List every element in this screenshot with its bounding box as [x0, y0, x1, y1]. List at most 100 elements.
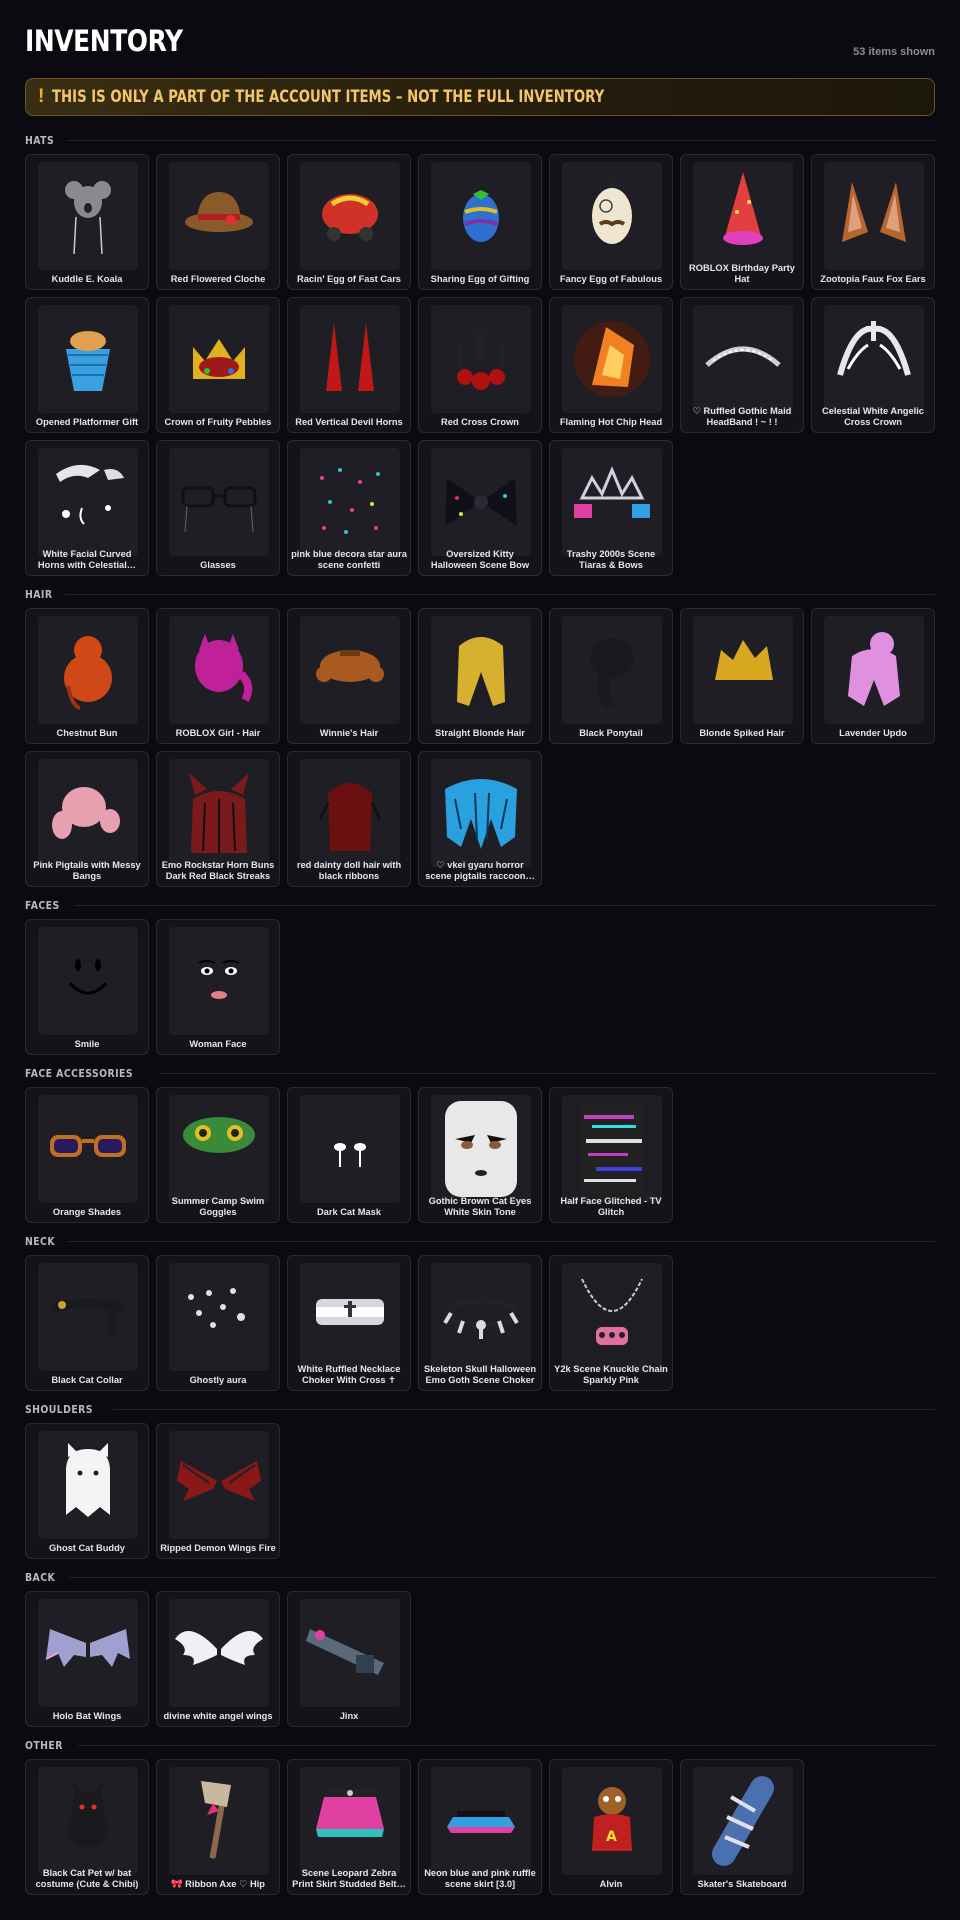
- item-card[interactable]: Ghostly aura: [156, 1255, 280, 1391]
- item-card[interactable]: Jinx: [287, 1591, 411, 1727]
- cloche-hat-icon: [169, 162, 269, 270]
- section-header: SHOULDERS: [25, 1395, 935, 1423]
- hair-pigtails-icon: [38, 759, 138, 867]
- item-card[interactable]: Red Flowered Cloche: [156, 154, 280, 290]
- section-header: OTHER: [25, 1731, 935, 1759]
- item-card[interactable]: Y2k Scene Knuckle Chain Sparkly Pink: [549, 1255, 673, 1391]
- item-card[interactable]: Skeleton Skull Halloween Emo Goth Scene …: [418, 1255, 542, 1391]
- section-faces: FACES Smile Woman Face: [25, 891, 935, 1055]
- item-grid: Ghost Cat Buddy Ripped Demon Wings Fire: [25, 1423, 935, 1559]
- item-card[interactable]: Emo Rockstar Horn Buns Dark Red Black St…: [156, 751, 280, 887]
- item-name: ROBLOX Birthday Party Hat: [689, 263, 795, 284]
- item-card[interactable]: Pink Pigtails with Messy Bangs: [25, 751, 149, 887]
- item-name: 🎀 Ribbon Axe ♡ Hip: [171, 1878, 265, 1889]
- item-grid: Orange Shades Summer Camp Swim Goggles Dar…: [25, 1087, 935, 1223]
- section-header: FACES: [25, 891, 935, 919]
- item-name: Glasses: [200, 559, 236, 570]
- item-card[interactable]: Holo Bat Wings: [25, 1591, 149, 1727]
- item-card[interactable]: red dainty doll hair with black ribbons: [287, 751, 411, 887]
- item-name: Flaming Hot Chip Head: [559, 416, 663, 427]
- item-card[interactable]: Ripped Demon Wings Fire: [156, 1423, 280, 1559]
- item-card[interactable]: ♡ Ruffled Gothic Maid HeadBand ! ~ ! !: [680, 297, 804, 433]
- item-card[interactable]: Half Face Glitched - TV Glitch: [549, 1087, 673, 1223]
- item-card[interactable]: ♡ vkei gyaru horror scene pigtails racco…: [418, 751, 542, 887]
- knuckle-chain-icon: [562, 1263, 662, 1371]
- item-card[interactable]: pink blue decora star aura scene confett…: [287, 440, 411, 576]
- item-card[interactable]: Chestnut Bun: [25, 608, 149, 744]
- item-card[interactable]: Straight Blonde Hair: [418, 608, 542, 744]
- item-card[interactable]: A Alvin: [549, 1759, 673, 1895]
- warning-banner: ! THIS IS ONLY A PART OF THE ACCOUNT ITE…: [25, 78, 935, 116]
- item-card[interactable]: ROBLOX Birthday Party Hat: [680, 154, 804, 290]
- item-card[interactable]: Zootopia Faux Fox Ears: [811, 154, 935, 290]
- item-card[interactable]: White Facial Curved Horns with Celestial…: [25, 440, 149, 576]
- item-card[interactable]: Ghost Cat Buddy: [25, 1423, 149, 1559]
- item-name: divine white angel wings: [163, 1710, 273, 1721]
- item-name: Oversized Kitty Halloween Scene Bow: [430, 549, 530, 570]
- item-name: Winnie's Hair: [319, 727, 379, 738]
- item-card[interactable]: 🎀 Ribbon Axe ♡ Hip: [156, 1759, 280, 1895]
- item-card[interactable]: Blonde Spiked Hair: [680, 608, 804, 744]
- item-card[interactable]: Celestial White Angelic Cross Crown: [811, 297, 935, 433]
- cat-mask-icon: [300, 1095, 400, 1203]
- face-woman-icon: [169, 927, 269, 1035]
- item-card[interactable]: Opened Platformer Gift: [25, 297, 149, 433]
- item-card[interactable]: Neon blue and pink ruffle scene skirt [3…: [418, 1759, 542, 1895]
- item-card[interactable]: Orange Shades: [25, 1087, 149, 1223]
- item-name: Skeleton Skull Halloween Emo Goth Scene …: [423, 1364, 537, 1385]
- item-card[interactable]: Oversized Kitty Halloween Scene Bow: [418, 440, 542, 576]
- item-name: Straight Blonde Hair: [435, 727, 525, 738]
- item-name: Black Ponytail: [579, 727, 643, 738]
- koala-hat-icon: [38, 162, 138, 270]
- item-name: Black Cat Collar: [51, 1374, 123, 1385]
- item-card[interactable]: Summer Camp Swim Goggles: [156, 1087, 280, 1223]
- item-card[interactable]: Glasses: [156, 440, 280, 576]
- item-name: Pink Pigtails with Messy Bangs: [33, 860, 141, 881]
- fox-ears-icon: [824, 162, 924, 270]
- item-name: Fancy Egg of Fabulous: [559, 273, 663, 284]
- section-title: NECK: [25, 1234, 56, 1248]
- item-card[interactable]: Lavender Updo: [811, 608, 935, 744]
- item-card[interactable]: Skater's Skateboard: [680, 1759, 804, 1895]
- item-card[interactable]: Trashy 2000s Scene Tiaras & Bows: [549, 440, 673, 576]
- item-card[interactable]: Racin' Egg of Fast Cars: [287, 154, 411, 290]
- item-card[interactable]: Flaming Hot Chip Head: [549, 297, 673, 433]
- item-name: Lavender Updo: [839, 727, 907, 738]
- item-name: Chestnut Bun: [56, 727, 118, 738]
- item-card[interactable]: Scene Leopard Zebra Print Skirt Studded …: [287, 1759, 411, 1895]
- item-card[interactable]: Black Cat Pet w/ bat costume (Cute & Chi…: [25, 1759, 149, 1895]
- item-card[interactable]: Smile: [25, 919, 149, 1055]
- section-back: BACK Holo Bat Wings divine white angel win…: [25, 1563, 935, 1727]
- item-grid: Black Cat Pet w/ bat costume (Cute & Chi…: [25, 1759, 935, 1895]
- goggles-icon: [169, 1095, 269, 1203]
- item-card[interactable]: White Ruffled Necklace Choker With Cross…: [287, 1255, 411, 1391]
- section-neck: NECK Black Cat Collar Ghostly aura White Ru…: [25, 1227, 935, 1391]
- item-card[interactable]: divine white angel wings: [156, 1591, 280, 1727]
- jinx-gun-icon: [300, 1599, 400, 1707]
- item-card[interactable]: Gothic Brown Cat Eyes White Skin Tone: [418, 1087, 542, 1223]
- item-grid: Kuddle E. Koala Red Flowered Cloche Racin'…: [25, 154, 935, 576]
- item-card[interactable]: Black Ponytail: [549, 608, 673, 744]
- item-card[interactable]: Crown of Fruity Pebbles: [156, 297, 280, 433]
- item-name: pink blue decora star aura scene confett…: [291, 549, 407, 570]
- item-card[interactable]: Woman Face: [156, 919, 280, 1055]
- item-card[interactable]: Red Vertical Devil Horns: [287, 297, 411, 433]
- item-name: Orange Shades: [52, 1206, 122, 1217]
- item-card[interactable]: Sharing Egg of Gifting: [418, 154, 542, 290]
- item-card[interactable]: Red Cross Crown: [418, 297, 542, 433]
- item-card[interactable]: Winnie's Hair: [287, 608, 411, 744]
- item-name: Woman Face: [189, 1038, 247, 1049]
- item-card[interactable]: ROBLOX Girl - Hair: [156, 608, 280, 744]
- demon-wings-icon: [169, 1431, 269, 1539]
- item-card[interactable]: Fancy Egg of Fabulous: [549, 154, 673, 290]
- hair-girl-icon: [169, 616, 269, 724]
- item-name: Red Cross Crown: [440, 416, 519, 427]
- item-name: Jinx: [339, 1710, 359, 1721]
- item-card[interactable]: Kuddle E. Koala: [25, 154, 149, 290]
- hair-ponytail-icon: [562, 616, 662, 724]
- item-name: Neon blue and pink ruffle scene skirt [3…: [424, 1868, 536, 1889]
- item-name: Half Face Glitched - TV Glitch: [560, 1196, 662, 1217]
- item-card[interactable]: Dark Cat Mask: [287, 1087, 411, 1223]
- gothic-face-icon: [431, 1095, 531, 1203]
- item-card[interactable]: Black Cat Collar: [25, 1255, 149, 1391]
